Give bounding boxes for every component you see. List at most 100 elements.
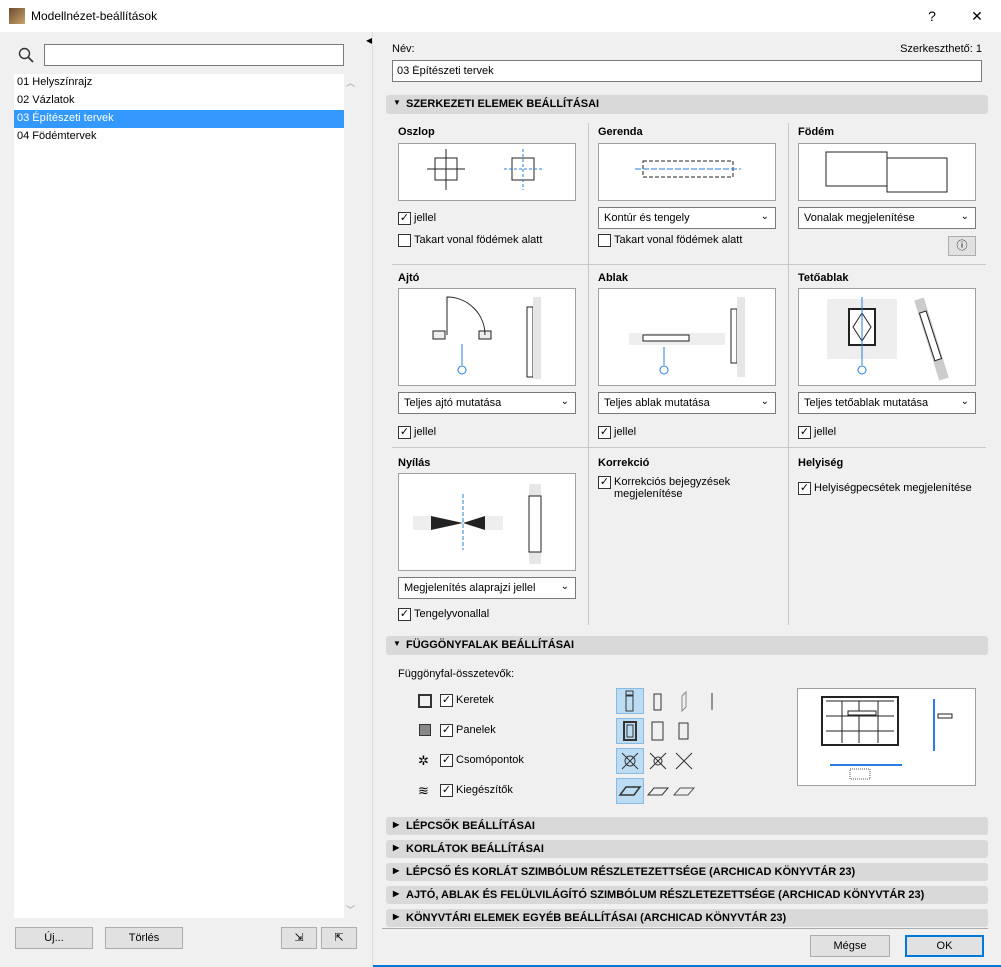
panel-detail-simple[interactable] xyxy=(670,718,698,744)
app-icon xyxy=(9,8,25,24)
section-structural[interactable]: ▼ SZERKEZETI ELEMEK BEÁLLÍTÁSAI xyxy=(386,95,988,114)
section-door-window-symbol[interactable]: ▶ AJTÓ, ABLAK ÉS FELÜLVILÁGÍTÓ SZIMBÓLUM … xyxy=(386,886,988,904)
frame-detail-line[interactable] xyxy=(698,688,726,714)
opening-title: Nyílás xyxy=(398,457,431,469)
frame-icon xyxy=(418,694,432,708)
skylight-title: Tetőablak xyxy=(798,272,849,284)
title-bar: Modellnézet-beállítások ? ✕ xyxy=(0,0,1001,32)
new-button[interactable]: Új... xyxy=(15,927,93,949)
view-list: 01 Helyszínrajz 02 Vázlatok 03 Építészet… xyxy=(14,74,344,918)
accessory-detail-full[interactable] xyxy=(616,778,644,804)
chevron-down-icon: ⌄ xyxy=(560,396,569,407)
beam-title: Gerenda xyxy=(598,126,643,138)
accessory-detail-simple[interactable] xyxy=(670,778,698,804)
door-symbol-checkbox[interactable]: ✓ jellel xyxy=(398,426,436,439)
section-stair-railing-symbol[interactable]: ▶ LÉPCSŐ ÉS KORLÁT SZIMBÓLUM RÉSZLETEZETT… xyxy=(386,863,988,881)
scrollbar[interactable]: ︿ ﹀ xyxy=(344,74,358,918)
accessory-icon: ≋ xyxy=(418,783,429,798)
slab-preview xyxy=(798,143,976,201)
window-title: Modellnézet-beállítások xyxy=(31,9,158,23)
collapsed-icon: ▶ xyxy=(393,866,400,875)
door-dropdown[interactable]: Teljes ajtó mutatása ⌄ xyxy=(398,392,576,414)
column-symbol-checkbox[interactable]: ✓ jellel xyxy=(398,212,436,225)
list-item[interactable]: 04 Födémtervek xyxy=(14,128,344,146)
window-dropdown[interactable]: Teljes ablak mutatása ⌄ xyxy=(598,392,776,414)
list-item[interactable]: 01 Helyszínrajz xyxy=(14,74,344,92)
zone-stamp-checkbox[interactable]: ✓ Helyiségpecsétek megjelenítése xyxy=(798,482,972,495)
correction-checkbox[interactable]: ✓ Korrekciós bejegyzések megjelenítése xyxy=(598,476,768,500)
section-curtain-wall[interactable]: ▼ FÜGGÖNYFALAK BEÁLLÍTÁSAI xyxy=(386,636,988,655)
junctions-checkbox[interactable]: ✓ Csomópontok xyxy=(440,754,524,767)
help-button[interactable]: ? xyxy=(917,4,947,28)
skylight-dropdown[interactable]: Teljes tetőablak mutatása ⌄ xyxy=(798,392,976,414)
panels-checkbox[interactable]: ✓ Panelek xyxy=(440,724,496,737)
name-label: Név: xyxy=(392,43,415,55)
editable-count: Szerkeszthető: 1 xyxy=(900,43,982,55)
junction-detail-simple[interactable] xyxy=(670,748,698,774)
skylight-preview xyxy=(798,288,976,386)
section-title: FÜGGÖNYFALAK BEÁLLÍTÁSAI xyxy=(406,639,575,651)
info-icon: ⓘ xyxy=(956,240,968,252)
search-icon xyxy=(18,47,34,66)
beam-hidden-checkbox[interactable]: Takart vonal födémek alatt xyxy=(598,234,742,247)
door-title: Ajtó xyxy=(398,272,420,284)
opening-axis-checkbox[interactable]: ✓ Tengelyvonallal xyxy=(398,608,489,621)
list-item[interactable]: 02 Vázlatok xyxy=(14,92,344,110)
window-title-label: Ablak xyxy=(598,272,628,284)
column-hidden-checkbox[interactable]: Takart vonal födémek alatt xyxy=(398,234,542,247)
column-preview xyxy=(398,143,576,201)
ok-button[interactable]: OK xyxy=(905,935,984,957)
search-input[interactable] xyxy=(44,44,344,66)
collapsed-icon: ▶ xyxy=(393,889,400,898)
correction-title: Korrekció xyxy=(598,457,650,469)
scroll-down-icon[interactable]: ﹀ xyxy=(346,903,355,916)
opening-preview xyxy=(398,473,576,571)
beam-preview xyxy=(598,143,776,201)
panel-detail-medium[interactable] xyxy=(644,718,672,744)
name-input[interactable] xyxy=(392,60,982,82)
curtain-wall-preview xyxy=(797,688,976,786)
section-title: SZERKEZETI ELEMEK BEÁLLÍTÁSAI xyxy=(406,98,600,110)
frame-detail-full[interactable] xyxy=(616,688,644,714)
export-button[interactable]: ⇱ xyxy=(321,927,357,949)
chevron-down-icon: ⌄ xyxy=(760,211,769,222)
panel-icon xyxy=(419,724,431,736)
accessories-checkbox[interactable]: ✓ Kiegészítők xyxy=(440,784,513,797)
expanded-icon: ▼ xyxy=(393,639,401,648)
junction-detail-medium[interactable] xyxy=(644,748,672,774)
import-button[interactable]: ⇲ xyxy=(281,927,317,949)
window-symbol-checkbox[interactable]: ✓ jellel xyxy=(598,426,636,439)
zone-title: Helyiség xyxy=(798,457,844,469)
frame-detail-simple[interactable] xyxy=(670,688,698,714)
door-preview xyxy=(398,288,576,386)
slab-dropdown[interactable]: Vonalak megjelenítése ⌄ xyxy=(798,207,976,229)
curtain-components-label: Függönyfal-összetevők: xyxy=(398,668,515,680)
skylight-symbol-checkbox[interactable]: ✓ jellel xyxy=(798,426,836,439)
close-button[interactable]: ✕ xyxy=(962,4,992,28)
scroll-up-icon[interactable]: ︿ xyxy=(346,76,355,89)
accessory-detail-medium[interactable] xyxy=(644,778,672,804)
cancel-button[interactable]: Mégse xyxy=(810,935,890,957)
frames-checkbox[interactable]: ✓ Keretek xyxy=(440,694,494,707)
opening-dropdown[interactable]: Megjelenítés alaprajzi jellel ⌄ xyxy=(398,577,576,599)
delete-button[interactable]: Törlés xyxy=(105,927,183,949)
info-button[interactable]: ⓘ xyxy=(948,236,976,256)
collapsed-icon: ▶ xyxy=(393,912,400,921)
list-item-selected[interactable]: 03 Építészeti tervek xyxy=(14,110,344,128)
section-stairs[interactable]: ▶ LÉPCSŐK BEÁLLÍTÁSAI xyxy=(386,817,988,835)
section-library-other[interactable]: ▶ KÖNYVTÁRI ELEMEK EGYÉB BEÁLLÍTÁSAI (ARC… xyxy=(386,909,988,927)
junction-icon: ✲ xyxy=(418,753,429,768)
collapsed-icon: ▶ xyxy=(393,843,400,852)
splitter[interactable] xyxy=(372,32,373,967)
slab-title: Födém xyxy=(798,126,835,138)
section-railings[interactable]: ▶ KORLÁTOK BEÁLLÍTÁSAI xyxy=(386,840,988,858)
frame-detail-medium[interactable] xyxy=(644,688,672,714)
beam-dropdown[interactable]: Kontúr és tengely ⌄ xyxy=(598,207,776,229)
chevron-down-icon: ⌄ xyxy=(960,396,969,407)
window-preview xyxy=(598,288,776,386)
import-icon: ⇲ xyxy=(294,932,304,944)
chevron-down-icon: ⌄ xyxy=(760,396,769,407)
export-icon: ⇱ xyxy=(334,932,344,944)
junction-detail-full[interactable] xyxy=(616,748,644,774)
panel-detail-full[interactable] xyxy=(616,718,644,744)
